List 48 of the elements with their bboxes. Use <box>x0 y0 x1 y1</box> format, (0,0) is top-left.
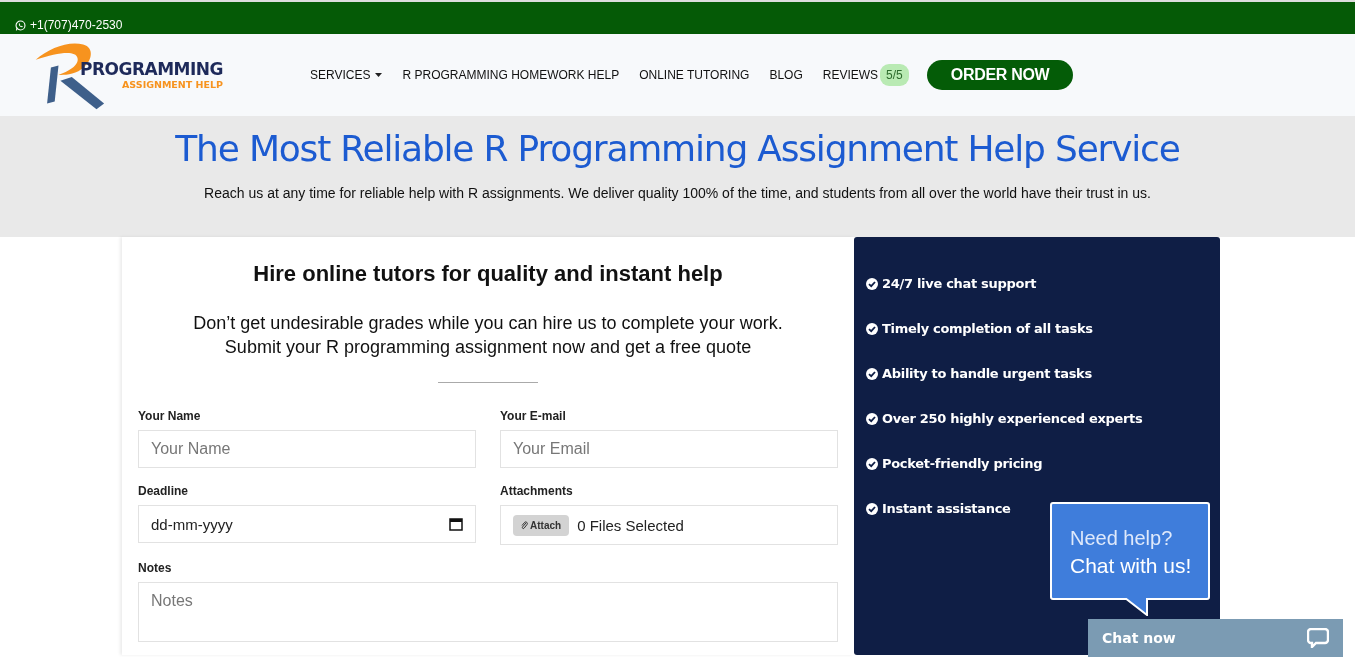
check-circle-icon <box>866 457 878 470</box>
form-intro: Don’t get undesirable grades while you can hire us to complete your work. <box>192 312 784 335</box>
chat-now-label: Chat now <box>1102 630 1176 646</box>
nav-link[interactable]: BLOG <box>769 68 803 82</box>
attach-button[interactable]: Attach <box>513 514 570 536</box>
feature-text: Pocket-friendly pricing <box>882 456 1043 471</box>
feature-text: Instant assistance <box>882 501 1011 516</box>
paperclip-icon <box>521 520 528 530</box>
input-field[interactable]: Your Name <box>138 430 476 468</box>
form-intro: Submit your R programming assignment now and get a free quote <box>223 336 753 359</box>
field-label: Notes <box>138 561 173 575</box>
feature-text: Over 250 highly experienced experts <box>882 411 1143 426</box>
feature-text: 24/7 live chat support <box>882 276 1037 291</box>
field-label: Deadline <box>138 484 189 498</box>
logo-title: PROGRAMMING <box>80 60 224 78</box>
chat-bubble-text: Chat with us! <box>1070 553 1190 579</box>
date-field[interactable]: dd-mm-yyyy <box>138 505 476 543</box>
rating-badge: 5/5 <box>880 64 909 86</box>
speech-bubble-icon <box>1307 628 1329 648</box>
nav-dropdown[interactable]: SERVICES <box>310 68 383 82</box>
check-circle-icon <box>866 322 878 335</box>
check-circle-icon <box>866 412 878 425</box>
nav-link[interactable]: ONLINE TUTORING <box>639 68 750 82</box>
order-now-button[interactable]: ORDER NOW <box>926 60 1074 90</box>
caret-icon <box>375 73 383 77</box>
check-circle-icon <box>866 367 878 380</box>
feature-text: Ability to handle urgent tasks <box>882 366 1092 381</box>
phone-number[interactable]: +1(707)470-2530 <box>15 18 123 32</box>
files-selected-text: 0 Files Selected <box>577 516 684 534</box>
input-field[interactable]: Your Email <box>500 430 838 468</box>
field-label: Attachments <box>500 484 574 498</box>
notes-field[interactable]: Notes <box>138 582 838 642</box>
check-circle-icon <box>866 502 878 515</box>
chat-bubble[interactable]: Need help? Chat with us! <box>1050 502 1210 600</box>
whatsapp-icon <box>15 19 26 31</box>
feature-text: Timely completion of all tasks <box>882 321 1093 336</box>
nav-link[interactable]: R PROGRAMMING HOMEWORK HELP <box>402 68 620 82</box>
form-title: Hire online tutors for quality and instant help <box>252 261 724 287</box>
bubble-tail-icon <box>1124 598 1150 616</box>
field-label: Your E-mail <box>500 409 567 423</box>
calendar-icon <box>449 517 463 531</box>
hero-subtitle: Reach us at any time for reliable help with R assignments. We deliver quality 100% of the time, and students from all over the world have their trust in us. <box>204 185 1151 201</box>
nav-link[interactable]: REVIEWS <box>822 68 879 82</box>
chat-bubble-text: Need help? <box>1070 526 1174 551</box>
logo-subtitle: ASSIGNMENT HELP <box>122 79 224 90</box>
check-circle-icon <box>866 277 878 290</box>
field-label: Your Name <box>138 409 202 423</box>
hero-title: The Most Reliable R Programming Assignment Help Service <box>175 128 1180 169</box>
